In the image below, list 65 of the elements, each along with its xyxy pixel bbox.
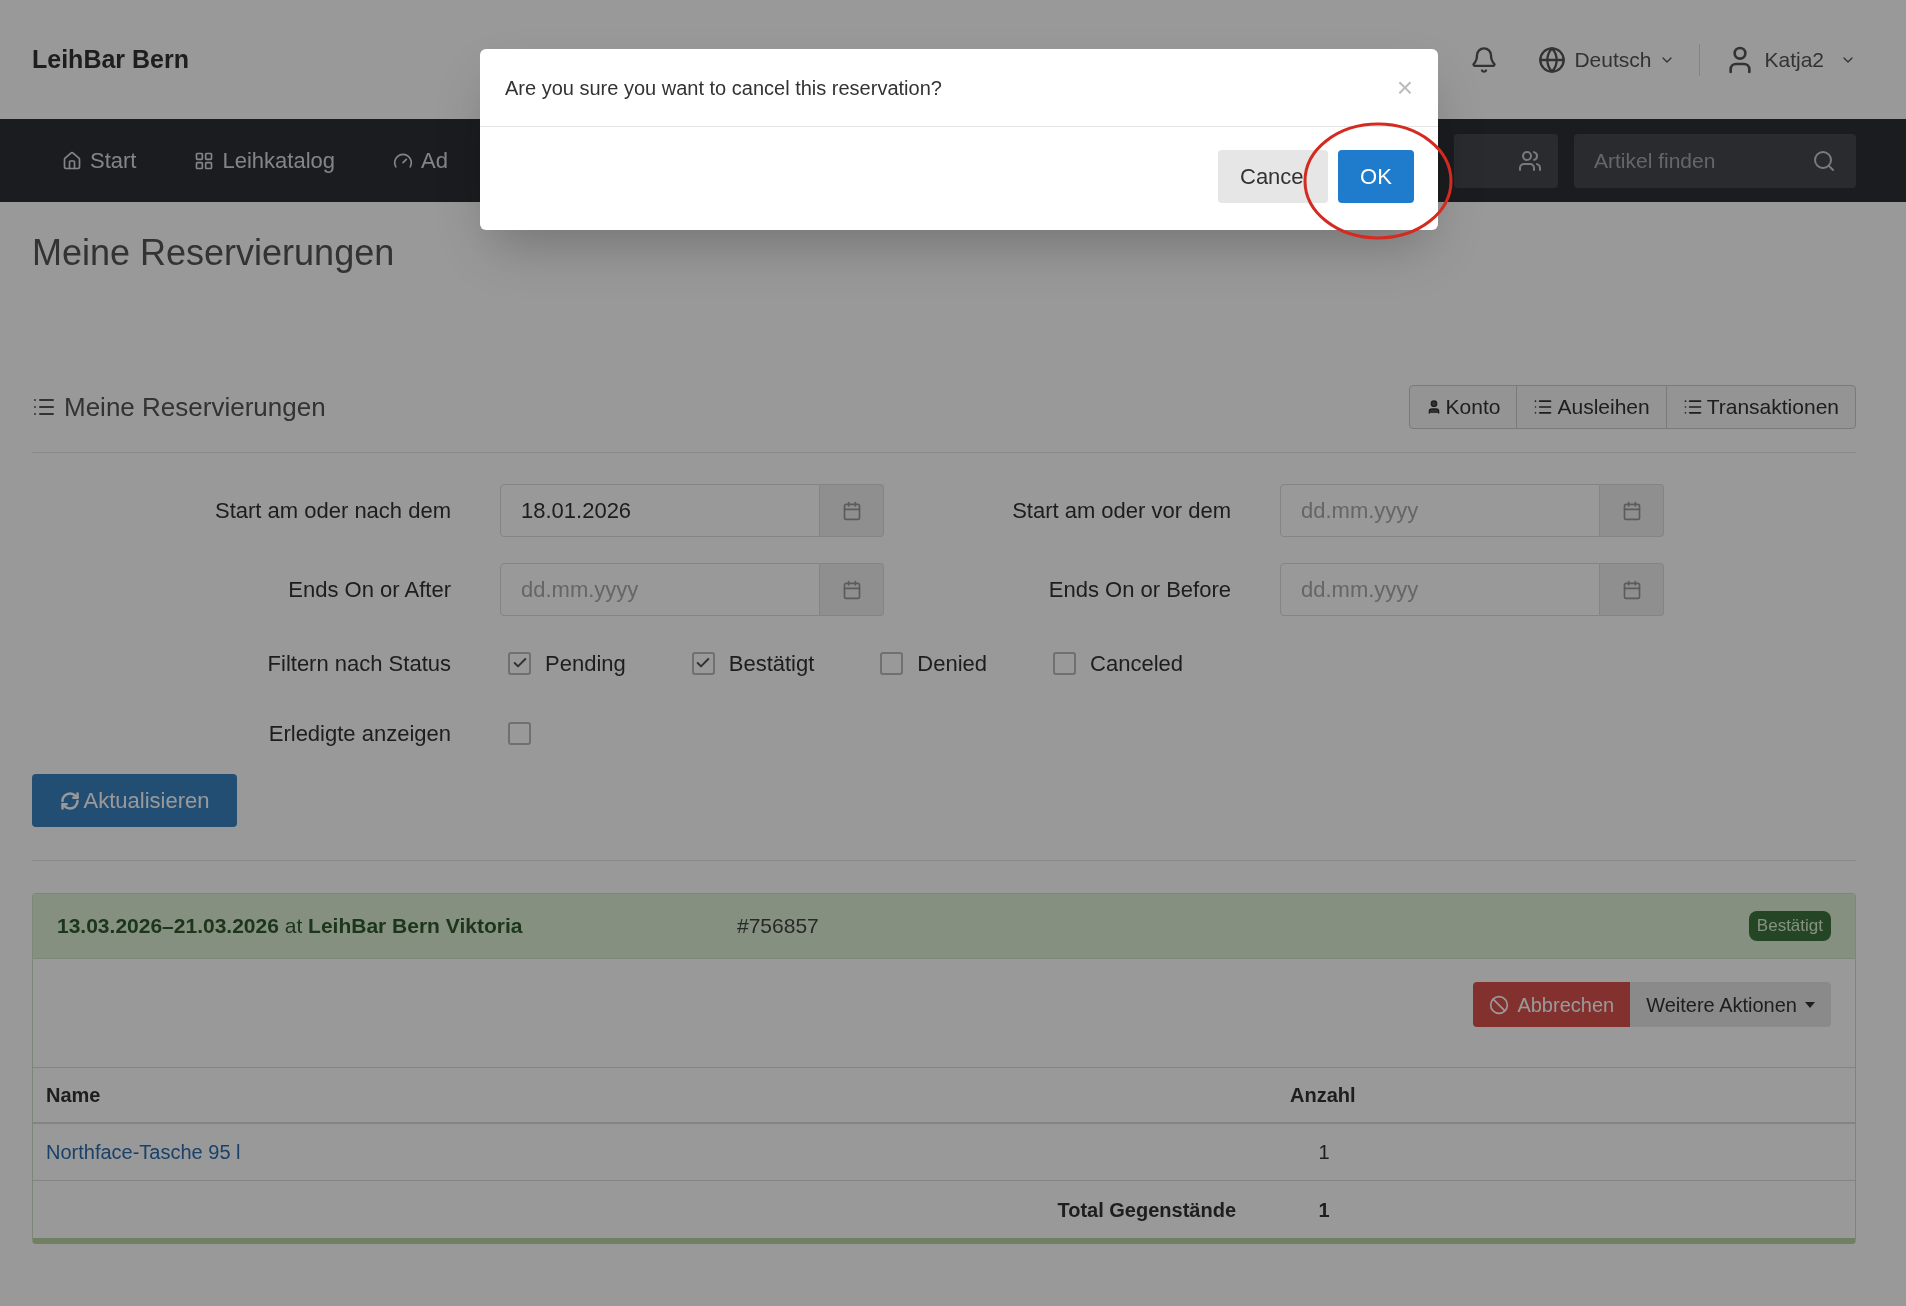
caret-icon — [1805, 1001, 1815, 1008]
search-field[interactable]: Artikel finden — [1574, 133, 1856, 188]
globe-icon — [1538, 45, 1567, 74]
language-label: Deutsch — [1574, 46, 1652, 73]
item-link[interactable]: Northface-Tasche 95 l — [46, 1141, 241, 1163]
checkbox-label[interactable]: Denied — [917, 646, 988, 680]
refresh-icon — [59, 790, 80, 811]
calendar-icon — [1621, 579, 1642, 600]
date-field[interactable]: 18.01.2026 — [500, 484, 820, 537]
calendar-icon — [841, 579, 862, 600]
ok-button[interactable]: OK — [1338, 150, 1414, 203]
panel-title: Meine Reservierungen — [64, 390, 326, 424]
reservation-number: #756857 — [737, 913, 819, 940]
calendar-icon — [1621, 500, 1642, 521]
cancel-reservation-button[interactable]: Abbrechen — [1473, 982, 1631, 1027]
calendar-icon — [841, 500, 862, 521]
calendar-button[interactable] — [820, 484, 884, 537]
calendar-button[interactable] — [820, 563, 884, 616]
users-icon — [1518, 148, 1542, 173]
checkbox[interactable] — [508, 721, 531, 745]
home-icon — [62, 150, 82, 171]
total-value: 1 — [1317, 1197, 1331, 1223]
grid-icon — [194, 150, 215, 171]
field-label: Filtern nach Status — [266, 649, 451, 678]
checkbox[interactable] — [1053, 651, 1077, 675]
bell-icon[interactable] — [1470, 45, 1499, 74]
calendar-button[interactable] — [1600, 563, 1664, 616]
language-menu[interactable]: Deutsch — [1538, 43, 1676, 76]
field-label: Ends On or After — [287, 576, 451, 604]
field-label: Ends On or Before — [1047, 576, 1231, 604]
panel-button[interactable]: Ausleihen — [1516, 385, 1667, 429]
more-actions-button[interactable]: Weitere Aktionen — [1630, 982, 1831, 1027]
ban-icon — [1489, 994, 1510, 1015]
user-name: Katja2 — [1764, 46, 1824, 73]
checkbox[interactable] — [508, 651, 531, 675]
user-menu[interactable]: Katja2 — [1724, 43, 1856, 76]
checkbox[interactable] — [880, 651, 904, 675]
checkbox-label[interactable]: Canceled — [1090, 646, 1184, 680]
cancel-button[interactable]: Cance — [1218, 150, 1328, 203]
field-label: Erledigte anzeigen — [267, 719, 451, 748]
reservation-heading: 13.03.2026–21.03.2026 at LeihBar Bern Viktoria — [57, 913, 524, 940]
status-badge: Bestätigt — [1748, 911, 1831, 941]
column-header: Name — [45, 1083, 102, 1108]
list-icon — [1682, 397, 1703, 417]
calendar-button[interactable] — [1600, 484, 1664, 537]
field-label: Start am oder nach dem — [214, 497, 451, 525]
panel-button[interactable]: Transaktionen — [1665, 385, 1856, 429]
refresh-button[interactable]: Aktualisieren — [32, 774, 237, 827]
brand-logo[interactable]: LeihBar Bern — [32, 40, 189, 79]
column-header: Anzahl — [1289, 1083, 1356, 1108]
table-cell-text: 1 — [1317, 1140, 1331, 1165]
dialog-message: Are you sure you want to cancel this reservation? — [505, 75, 942, 101]
checkbox-label[interactable]: Pending — [545, 646, 626, 680]
checkbox-label[interactable]: Bestätigt — [728, 646, 815, 680]
nav-item[interactable]: Leihkatalog — [194, 144, 335, 177]
user-search-button[interactable] — [1454, 133, 1558, 188]
nav-item[interactable]: Start — [62, 144, 137, 177]
page-title: Meine Reservierungen — [32, 231, 396, 275]
field-label: Start am oder vor dem — [1011, 497, 1231, 525]
list-icon — [1533, 397, 1554, 417]
panel-button[interactable]: Konto — [1408, 385, 1518, 429]
total-label: Total Gegenstände — [1057, 1197, 1236, 1223]
checkbox[interactable] — [691, 651, 715, 675]
search-icon[interactable] — [1812, 148, 1836, 173]
nav-item[interactable]: Ad — [393, 144, 448, 177]
